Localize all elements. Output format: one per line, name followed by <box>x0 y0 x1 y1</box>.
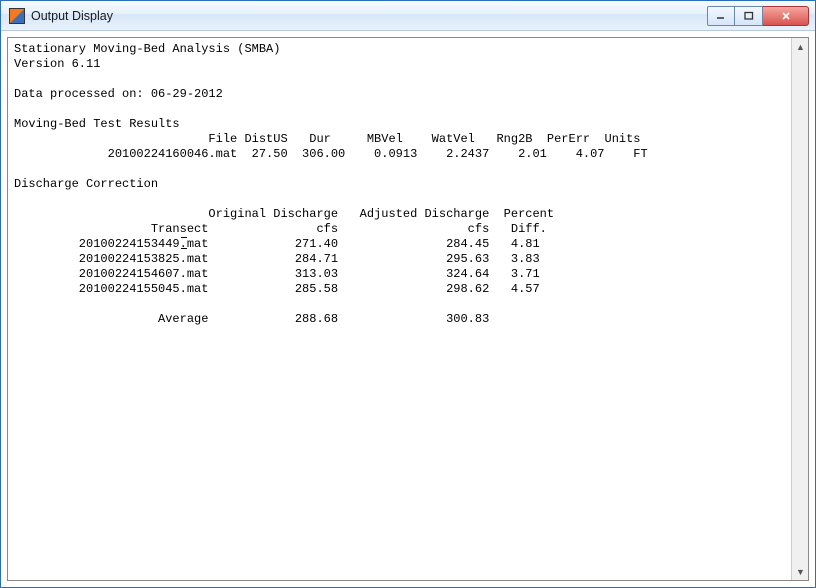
window-buttons <box>707 6 809 26</box>
minimize-button[interactable] <box>707 6 735 26</box>
text-caret <box>181 237 187 249</box>
title-bar[interactable]: Output Display <box>1 1 815 31</box>
client-area: Stationary Moving-Bed Analysis (SMBA) Ve… <box>1 31 815 587</box>
output-text[interactable]: Stationary Moving-Bed Analysis (SMBA) Ve… <box>8 38 791 580</box>
app-window: Output Display Stationary Moving-Bed Ana… <box>0 0 816 588</box>
close-button[interactable] <box>763 6 809 26</box>
maximize-button[interactable] <box>735 6 763 26</box>
scroll-down-icon[interactable]: ▼ <box>792 563 809 580</box>
vertical-scrollbar[interactable]: ▲ ▼ <box>791 38 808 580</box>
window-title: Output Display <box>31 9 113 23</box>
matlab-icon <box>9 8 25 24</box>
output-text-pane[interactable]: Stationary Moving-Bed Analysis (SMBA) Ve… <box>7 37 809 581</box>
scroll-up-icon[interactable]: ▲ <box>792 38 809 55</box>
